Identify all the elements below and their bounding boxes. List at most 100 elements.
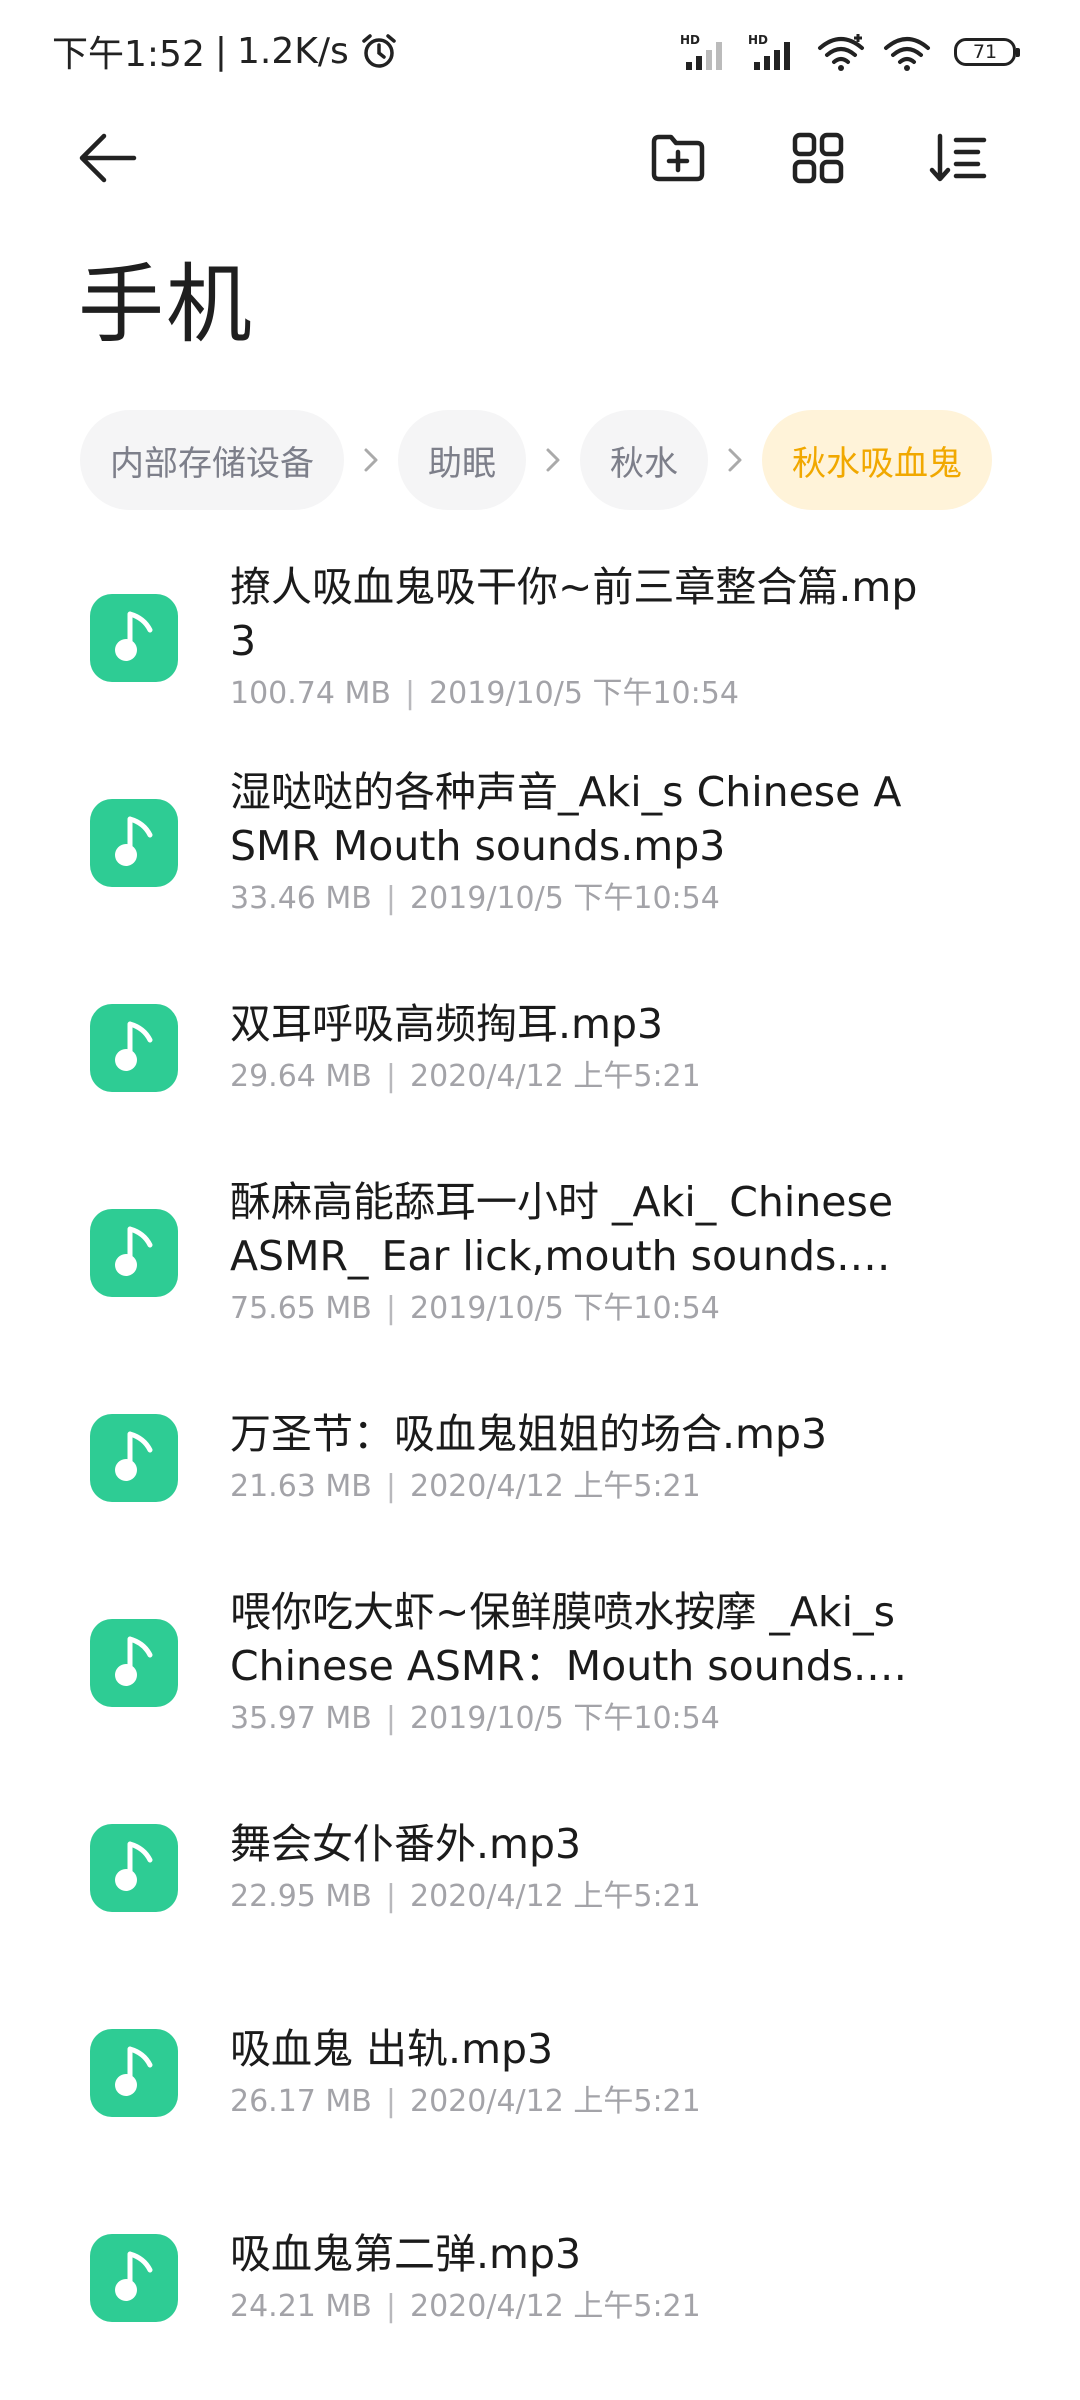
file-text: 喂你吃大虾~保鲜膜喷水按摩 _Aki_s Chinese ASMR：Mouth … [230,1563,920,1763]
file-date: 2020/4/12 上午5:21 [410,2289,701,2324]
file-date: 2019/10/5 下午10:54 [429,676,739,711]
file-size: 100.74 MB [230,676,391,711]
grid-view-icon [788,128,848,192]
file-date: 2019/10/5 下午10:54 [410,881,720,916]
file-meta: 29.64 MB | 2020/4/12 上午5:21 [230,1055,920,1099]
file-name: 吸血鬼 出轨.mp3 [230,2025,554,2073]
status-bar: 下午1:52 | 1.2K/s HD HD 71 [0,0,1080,100]
file-meta: 75.65 MB | 2019/10/5 下午10:54 [230,1287,920,1331]
breadcrumb-label: 内部存储设备 [110,443,314,484]
breadcrumb-item-sleep-aid[interactable]: 助眠 [398,410,526,510]
grid-view-button[interactable] [782,124,854,196]
meta-separator: | [385,1469,396,1504]
file-name: 撩人吸血鬼吸干你~前三章整合篇.mp3 [230,563,918,665]
file-meta: 26.17 MB | 2020/4/12 上午5:21 [230,2080,920,2124]
music-note-icon [90,2029,178,2117]
breadcrumb-label: 秋水吸血鬼 [792,443,962,484]
status-separator: | [214,30,227,72]
meta-separator: | [404,676,416,711]
meta-separator: | [385,881,396,916]
file-meta: 100.74 MB | 2019/10/5 下午10:54 [230,672,920,716]
sort-icon [928,128,988,192]
file-meta: 35.97 MB | 2019/10/5 下午10:54 [230,1697,920,1741]
battery-icon: 71 [954,38,1020,66]
file-name: 湿哒哒的各种声音_Aki_s Chinese ASMR Mouth sounds… [230,768,902,870]
file-text: 酥麻高能舔耳一小时 _Aki_ Chinese ASMR_ Ear lick,m… [230,1153,920,1353]
file-date: 2019/10/5 下午10:54 [410,1701,720,1736]
file-text: 吸血鬼第二弹.mp3 24.21 MB | 2020/4/12 上午5:21 [230,2178,920,2378]
music-note-icon [90,799,178,887]
back-arrow-icon [76,126,140,194]
meta-separator: | [385,1701,396,1736]
breadcrumb-label: 秋水 [610,443,678,484]
file-name: 酥麻高能舔耳一小时 _Aki_ Chinese ASMR_ Ear lick,m… [230,1178,916,1280]
file-size: 33.46 MB [230,881,372,916]
new-folder-icon [648,128,708,192]
file-date: 2020/4/12 上午5:21 [410,1879,701,1914]
music-note-icon [90,2234,178,2322]
status-time: 下午1:52 [52,34,205,75]
music-note-icon [90,594,178,682]
file-row[interactable]: 舞会女仆番外.mp3 22.95 MB | 2020/4/12 上午5:21 [0,1768,1080,1968]
file-row[interactable]: 湿哒哒的各种声音_Aki_s Chinese ASMR Mouth sounds… [0,743,1080,943]
file-size: 24.21 MB [230,2289,372,2324]
file-row[interactable]: 撩人吸血鬼吸干你~前三章整合篇.mp3 100.74 MB | 2019/10/5 … [0,538,1080,738]
file-size: 29.64 MB [230,1059,372,1094]
chevron-right-icon [708,410,762,510]
meta-separator: | [385,2289,396,2324]
signal-hd-icon: HD [680,32,732,72]
file-row[interactable]: 喂你吃大虾~保鲜膜喷水按摩 _Aki_s Chinese ASMR：Mouth … [0,1563,1080,1763]
file-meta: 33.46 MB | 2019/10/5 下午10:54 [230,877,920,921]
wifi-icon [816,32,866,72]
music-note-icon [90,1004,178,1092]
signal-hd-icon: HD [748,32,800,72]
file-name: 万圣节：吸血鬼姐姐的场合.mp3 [230,1410,828,1458]
file-row[interactable]: 吸血鬼 出轨.mp3 26.17 MB | 2020/4/12 上午5:21 [0,1973,1080,2173]
file-name: 吸血鬼第二弹.mp3 [230,2230,582,2278]
file-name: 双耳呼吸高频掏耳.mp3 [230,1000,664,1048]
file-size: 75.65 MB [230,1291,372,1326]
file-date: 2020/4/12 上午5:21 [410,2084,701,2119]
file-date: 2020/4/12 上午5:21 [410,1469,701,1504]
breadcrumb-label: 助眠 [428,443,496,484]
back-button[interactable] [72,124,144,196]
file-meta: 24.21 MB | 2020/4/12 上午5:21 [230,2285,920,2329]
music-note-icon [90,1619,178,1707]
file-text: 舞会女仆番外.mp3 22.95 MB | 2020/4/12 上午5:21 [230,1768,920,1968]
sort-button[interactable] [922,124,994,196]
status-left: 下午1:52 | 1.2K/s [52,28,399,75]
file-meta: 21.63 MB | 2020/4/12 上午5:21 [230,1465,920,1509]
file-row[interactable]: 万圣节：吸血鬼姐姐的场合.mp3 21.63 MB | 2020/4/12 上午5:… [0,1358,1080,1558]
file-text: 双耳呼吸高频掏耳.mp3 29.64 MB | 2020/4/12 上午5:21 [230,948,920,1148]
breadcrumb-item-current[interactable]: 秋水吸血鬼 [762,410,992,510]
file-name: 喂你吃大虾~保鲜膜喷水按摩 _Aki_s Chinese ASMR：Mouth … [230,1588,907,1690]
file-text: 吸血鬼 出轨.mp3 26.17 MB | 2020/4/12 上午5:21 [230,1973,920,2173]
svg-text:HD: HD [680,33,700,47]
page-title: 手机 [78,255,254,355]
meta-separator: | [385,1291,396,1326]
file-row[interactable]: 酥麻高能舔耳一小时 _Aki_ Chinese ASMR_ Ear lick,m… [0,1153,1080,1353]
file-size: 35.97 MB [230,1701,372,1736]
meta-separator: | [385,1059,396,1094]
svg-text:HD: HD [748,33,768,47]
file-meta: 22.95 MB | 2020/4/12 上午5:21 [230,1875,920,1919]
chevron-right-icon [526,410,580,510]
breadcrumb-item-internal-storage[interactable]: 内部存储设备 [80,410,344,510]
status-right: HD HD 71 [680,30,1020,74]
new-folder-button[interactable] [642,124,714,196]
alarm-icon [359,31,399,71]
file-row[interactable]: 吸血鬼第二弹.mp3 24.21 MB | 2020/4/12 上午5:21 [0,2178,1080,2378]
file-row[interactable]: 双耳呼吸高频掏耳.mp3 29.64 MB | 2020/4/12 上午5:21 [0,948,1080,1148]
file-text: 万圣节：吸血鬼姐姐的场合.mp3 21.63 MB | 2020/4/12 上午5:… [230,1358,920,1558]
file-size: 26.17 MB [230,2084,372,2119]
file-size: 21.63 MB [230,1469,372,1504]
music-note-icon [90,1414,178,1502]
music-note-icon [90,1209,178,1297]
breadcrumb-item-qiushui[interactable]: 秋水 [580,410,708,510]
file-date: 2019/10/5 下午10:54 [410,1291,720,1326]
file-text: 撩人吸血鬼吸干你~前三章整合篇.mp3 100.74 MB | 2019/10/5 … [230,538,920,738]
file-text: 湿哒哒的各种声音_Aki_s Chinese ASMR Mouth sounds… [230,743,920,943]
music-note-icon [90,1824,178,1912]
file-name: 舞会女仆番外.mp3 [230,1820,582,1868]
meta-separator: | [385,2084,396,2119]
